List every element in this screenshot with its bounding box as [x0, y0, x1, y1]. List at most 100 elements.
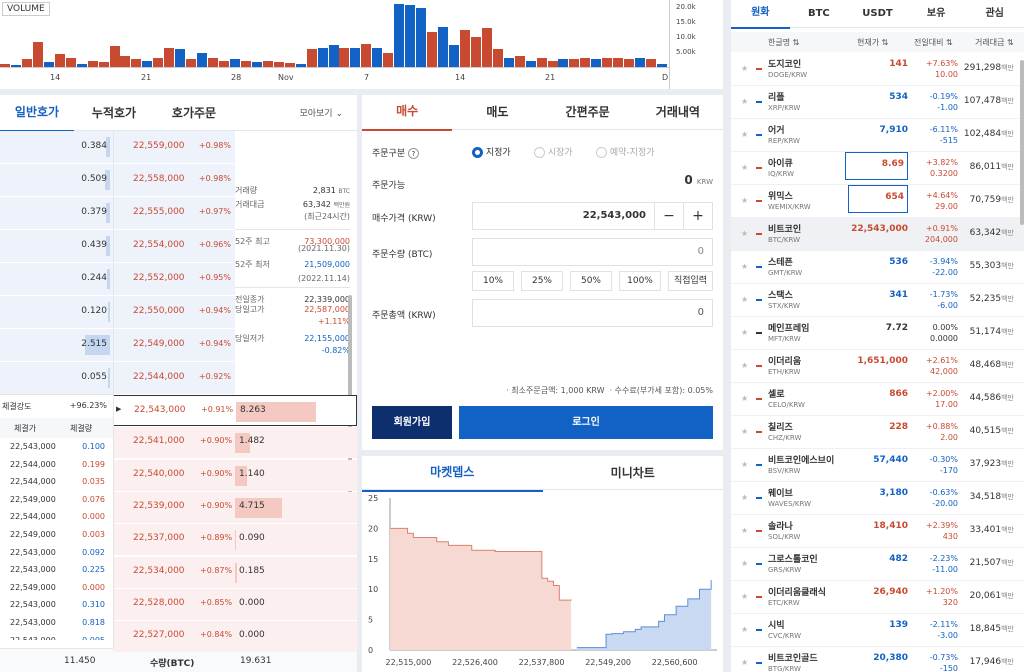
star-icon[interactable]: ★	[741, 526, 748, 535]
price-input[interactable]: 22,543,000	[472, 202, 655, 230]
market-row[interactable]: ★ 시빅 CVC/KRW 139 -2.11% -3.00 18,845백만	[731, 614, 1024, 647]
bid-row[interactable]: 22,534,000 +0.87% 0.185	[113, 556, 357, 588]
star-icon[interactable]: ★	[741, 427, 748, 436]
ask-row[interactable]: 0.120 22,550,000 +0.94%	[0, 296, 235, 328]
tab-trade-history[interactable]: 거래내역	[633, 94, 723, 130]
market-row[interactable]: ★ 리플 XRP/KRW 534 -0.19% -1.00 107,478백만	[731, 86, 1024, 119]
tab-usdt[interactable]: USDT	[848, 0, 907, 28]
col-name[interactable]: 한글명 ⇅	[768, 37, 799, 48]
order-type-market[interactable]: 시장가	[534, 145, 573, 158]
star-icon[interactable]: ★	[741, 592, 748, 601]
market-row[interactable]: ★ 스테픈 GMT/KRW 536 -3.94% -22.00 55,303백만	[731, 251, 1024, 284]
signup-button[interactable]: 회원가입	[372, 406, 452, 439]
tab-normal-orderbook[interactable]: 일반호가	[0, 94, 74, 132]
market-row[interactable]: ★ 이더리움클래식 ETC/KRW 26,940 +1.20% 320 20,061백만	[731, 581, 1024, 614]
market-row[interactable]: ★ 솔라나 SOL/KRW 18,410 +2.39% 430 33,401백만	[731, 515, 1024, 548]
market-row[interactable]: ★ 아이큐 IQ/KRW 8.69 +3.82% 0.3200 86,011백만	[731, 152, 1024, 185]
tab-mini-chart[interactable]: 미니차트	[543, 455, 724, 491]
tab-krw[interactable]: 원화	[731, 0, 790, 29]
star-icon[interactable]: ★	[741, 97, 748, 106]
star-icon[interactable]: ★	[741, 460, 748, 469]
bid-row[interactable]: 22,528,000 +0.85% 0.000	[113, 588, 357, 620]
star-icon[interactable]: ★	[741, 295, 748, 304]
star-icon[interactable]: ★	[741, 196, 748, 205]
price-minus-button[interactable]: −	[654, 202, 684, 230]
market-row[interactable]: ★ 비트코인골드 BTG/KRW 20,380 -0.73% -150 17,946백만	[731, 647, 1024, 672]
ask-row[interactable]: 0.379 22,555,000 +0.97%	[0, 197, 235, 229]
tab-holdings[interactable]: 보유	[907, 0, 966, 28]
bid-row[interactable]: 22,541,000 +0.90% 1.482	[113, 427, 357, 459]
ask-row[interactable]: 0.384 22,559,000 +0.98%	[0, 131, 235, 163]
tab-cumulative-orderbook[interactable]: 누적호가	[74, 95, 154, 131]
star-icon[interactable]: ★	[741, 328, 748, 337]
price-plus-button[interactable]: +	[683, 202, 713, 230]
ask-row[interactable]: 0.244 22,552,000 +0.95%	[0, 263, 235, 295]
pct-10-button[interactable]: 10%	[472, 271, 514, 291]
pct-50-button[interactable]: 50%	[570, 271, 612, 291]
tab-market-depth[interactable]: 마켓뎁스	[362, 454, 543, 492]
volume-bar	[537, 58, 547, 67]
bid-row[interactable]: 22,527,000 +0.84% 0.000	[113, 621, 357, 653]
login-button[interactable]: 로그인	[459, 406, 713, 439]
market-row[interactable]: ★ 비트코인에스브이 BSV/KRW 57,440 -0.30% -170 37,923백만	[731, 449, 1024, 482]
col-volume[interactable]: 거래대금 ⇅	[975, 37, 1014, 48]
star-icon[interactable]: ★	[741, 625, 748, 634]
ask-row[interactable]: 0.055 22,544,000 +0.92%	[0, 362, 235, 394]
star-icon[interactable]: ★	[741, 394, 748, 403]
qty-input[interactable]: 0	[472, 238, 713, 266]
bid-row[interactable]: 22,540,000 +0.90% 1.140	[113, 459, 357, 491]
tab-simple-order[interactable]: 간편주문	[543, 94, 633, 130]
coin-symbol: SOL/KRW	[768, 533, 801, 541]
star-icon[interactable]: ★	[741, 559, 748, 568]
order-type-limit[interactable]: 지정가	[472, 145, 511, 158]
market-row[interactable]: ★ 도지코인 DOGE/KRW 141 +7.63% 10.00 291,298백만	[731, 53, 1024, 86]
ask-row[interactable]: 0.509 22,558,000 +0.98%	[0, 164, 235, 196]
market-row[interactable]: ★ 비트코인 BTC/KRW 22,543,000 +0.91% 204,000 63,34…	[731, 218, 1024, 251]
bid-row[interactable]: 22,539,000 +0.90% 4.715	[113, 491, 357, 523]
pct-25-button[interactable]: 25%	[521, 271, 563, 291]
market-row[interactable]: ★ 칠리즈 CHZ/KRW 228 +0.88% 2.00 40,515백만	[731, 416, 1024, 449]
market-row[interactable]: ★ 스택스 STX/KRW 341 -1.73% -6.00 52,235백만	[731, 284, 1024, 317]
volume-bar	[350, 48, 360, 67]
market-row[interactable]: ★ 위믹스 WEMIX/KRW 654 +4.64% 29.00 70,759백만	[731, 185, 1024, 218]
tab-btc[interactable]: BTC	[790, 0, 849, 28]
order-type-reserve[interactable]: 예약-지정가	[596, 145, 655, 158]
col-change[interactable]: 전일대비 ⇅	[914, 37, 953, 48]
coin-change-pct: -6.11%	[929, 125, 958, 134]
star-icon[interactable]: ★	[741, 64, 748, 73]
volume-bar	[493, 49, 503, 67]
market-row[interactable]: ★ 어거 REP/KRW 7,910 -6.11% -515 102,484백만	[731, 119, 1024, 152]
view-mode-select[interactable]: 모아보기 ⌄	[234, 106, 357, 119]
tab-buy[interactable]: 매수	[362, 93, 453, 131]
star-icon[interactable]: ★	[741, 229, 748, 238]
star-icon[interactable]: ★	[741, 493, 748, 502]
star-icon[interactable]: ★	[741, 130, 748, 139]
bid-row[interactable]: 22,537,000 +0.89% 0.090	[113, 524, 357, 556]
col-price[interactable]: 현재가 ⇅	[857, 37, 888, 48]
market-scrollbar[interactable]	[1020, 60, 1024, 225]
volume-bar	[558, 59, 568, 67]
market-row[interactable]: ★ 셀로 CELO/KRW 866 +2.00% 17.00 44,586백만	[731, 383, 1024, 416]
help-icon[interactable]: ?	[408, 148, 419, 159]
coin-price: 3,180	[879, 488, 908, 498]
star-icon[interactable]: ★	[741, 658, 748, 667]
trade-qty: 0.035	[82, 477, 105, 487]
bid-qty: 1.482	[239, 436, 265, 447]
custom-input-button[interactable]: 직접입력	[668, 271, 713, 291]
coin-volume: 21,507백만	[970, 558, 1014, 568]
total-input[interactable]: 0	[472, 299, 713, 327]
market-row[interactable]: ★ 메인프레임 MFT/KRW 7.72 0.00% 0.0000 51,174백만	[731, 317, 1024, 350]
star-icon[interactable]: ★	[741, 163, 748, 172]
bid-row[interactable]: 22,543,000 +0.91% 8.263 ▶	[113, 395, 357, 426]
ask-row[interactable]: 0.439 22,554,000 +0.96%	[0, 230, 235, 262]
star-icon[interactable]: ★	[741, 262, 748, 271]
market-row[interactable]: ★ 웨이브 WAVES/KRW 3,180 -0.63% -20.00 34,518백만	[731, 482, 1024, 515]
star-icon[interactable]: ★	[741, 361, 748, 370]
tab-sell[interactable]: 매도	[452, 94, 542, 130]
pct-100-button[interactable]: 100%	[619, 271, 661, 291]
tab-favorites[interactable]: 관심	[965, 0, 1024, 28]
market-row[interactable]: ★ 이더리움 ETH/KRW 1,651,000 +2.61% 42,000 48,468백…	[731, 350, 1024, 383]
market-row[interactable]: ★ 그로스톨코인 GRS/KRW 482 -2.23% -11.00 21,507백만	[731, 548, 1024, 581]
ask-row[interactable]: 2.515 22,549,000 +0.94%	[0, 329, 235, 361]
tab-orderbook-order[interactable]: 호가주문	[154, 95, 234, 131]
